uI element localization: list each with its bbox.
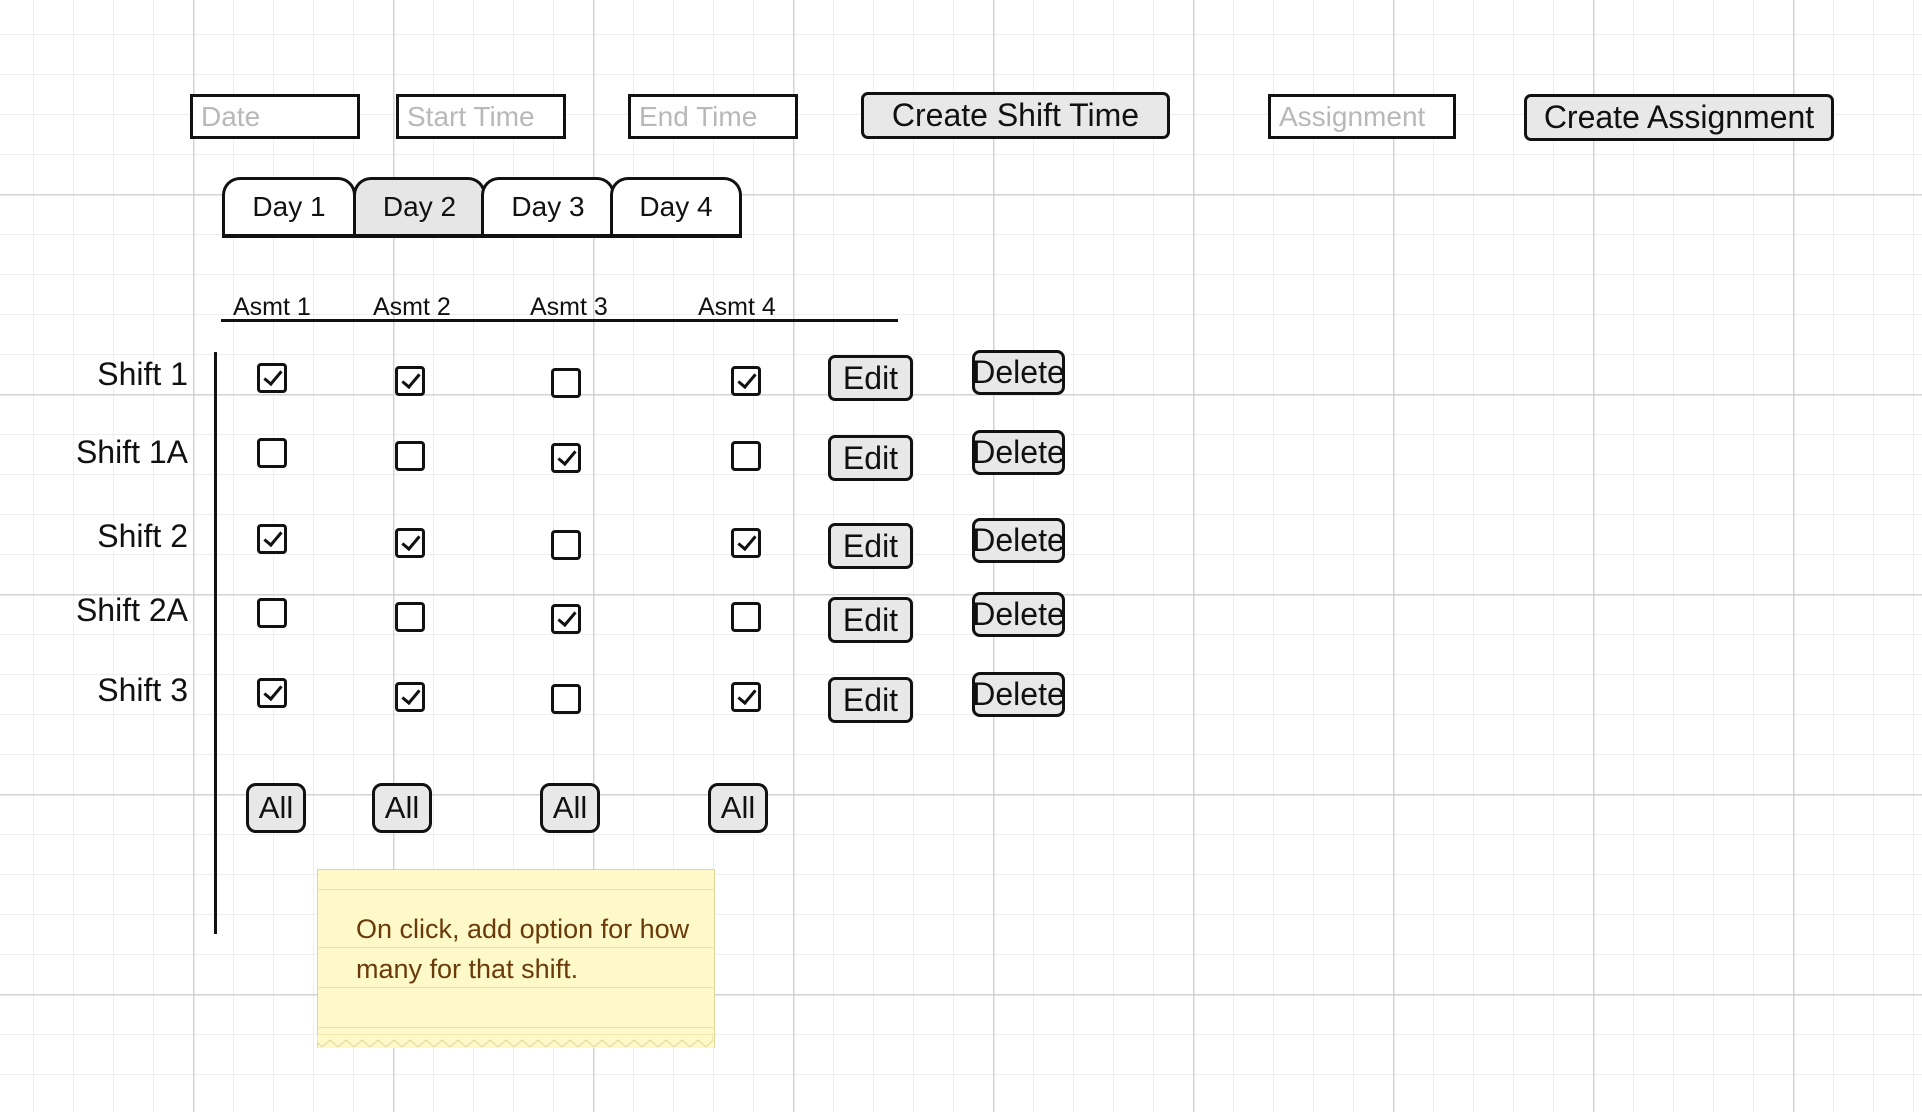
select-all-button-asmt-1[interactable]: All: [246, 783, 306, 833]
start-time-input[interactable]: [396, 94, 566, 139]
tab-day-4[interactable]: Day 4: [610, 177, 742, 238]
checkbox-shift-3-asmt-4[interactable]: [731, 682, 761, 712]
column-header-asmt-2: Asmt 2: [373, 293, 451, 321]
edit-button-shift-1[interactable]: Edit: [828, 355, 913, 401]
sticky-note-torn-edge: [317, 1034, 713, 1048]
delete-button-shift-1a[interactable]: Delete: [972, 430, 1065, 475]
delete-button-shift-1[interactable]: Delete: [972, 350, 1065, 395]
checkbox-shift-3-asmt-2[interactable]: [395, 682, 425, 712]
checkbox-shift-2-asmt-4[interactable]: [731, 528, 761, 558]
create-shift-time-button[interactable]: Create Shift Time: [861, 92, 1170, 139]
edit-button-shift-2a[interactable]: Edit: [828, 597, 913, 643]
delete-button-shift-3[interactable]: Delete: [972, 672, 1065, 717]
row-label-shift-3: Shift 3: [97, 672, 188, 708]
checkbox-shift-1a-asmt-2[interactable]: [395, 441, 425, 471]
row-label-shift-2: Shift 2: [97, 518, 188, 554]
delete-button-shift-2[interactable]: Delete: [972, 518, 1065, 563]
checkbox-shift-1a-asmt-3[interactable]: [551, 443, 581, 473]
checkbox-shift-3-asmt-3[interactable]: [551, 684, 581, 714]
assignment-input[interactable]: [1268, 94, 1456, 139]
checkbox-shift-2a-asmt-4[interactable]: [731, 602, 761, 632]
date-input[interactable]: [190, 94, 360, 139]
select-all-button-asmt-3[interactable]: All: [540, 783, 600, 833]
checkbox-shift-2a-asmt-1[interactable]: [257, 598, 287, 628]
delete-button-shift-2a[interactable]: Delete: [972, 592, 1065, 637]
select-all-button-asmt-2[interactable]: All: [372, 783, 432, 833]
checkbox-shift-2-asmt-3[interactable]: [551, 530, 581, 560]
column-header-asmt-4: Asmt 4: [698, 293, 776, 321]
select-all-button-asmt-4[interactable]: All: [708, 783, 768, 833]
checkbox-shift-2-asmt-1[interactable]: [257, 524, 287, 554]
checkbox-shift-2a-asmt-3[interactable]: [551, 604, 581, 634]
row-label-shift-1a: Shift 1A: [75, 434, 188, 470]
checkbox-shift-1-asmt-2[interactable]: [395, 366, 425, 396]
edit-button-shift-3[interactable]: Edit: [828, 677, 913, 723]
checkbox-shift-3-asmt-1[interactable]: [257, 678, 287, 708]
column-header-asmt-1: Asmt 1: [233, 293, 311, 321]
sticky-note-text: On click, add option for how many for th…: [356, 914, 690, 984]
checkbox-shift-1a-asmt-1[interactable]: [257, 438, 287, 468]
checkbox-shift-2-asmt-2[interactable]: [395, 528, 425, 558]
end-time-input[interactable]: [628, 94, 798, 139]
create-assignment-button[interactable]: Create Assignment: [1524, 94, 1834, 141]
checkbox-shift-2a-asmt-2[interactable]: [395, 602, 425, 632]
edit-button-shift-1a[interactable]: Edit: [828, 435, 913, 481]
row-label-shift-2a: Shift 2A: [75, 592, 188, 628]
row-label-shift-1: Shift 1: [97, 356, 188, 392]
row-axis-line: [214, 352, 217, 934]
tab-day-2[interactable]: Day 2: [353, 177, 486, 238]
tab-day-1[interactable]: Day 1: [222, 177, 356, 238]
checkbox-shift-1a-asmt-4[interactable]: [731, 441, 761, 471]
column-header-asmt-3: Asmt 3: [530, 293, 608, 321]
tab-day-3[interactable]: Day 3: [481, 177, 615, 238]
checkbox-shift-1-asmt-4[interactable]: [731, 366, 761, 396]
sticky-note: On click, add option for how many for th…: [317, 869, 715, 1048]
edit-button-shift-2[interactable]: Edit: [828, 523, 913, 569]
checkbox-shift-1-asmt-3[interactable]: [551, 368, 581, 398]
checkbox-shift-1-asmt-1[interactable]: [257, 363, 287, 393]
